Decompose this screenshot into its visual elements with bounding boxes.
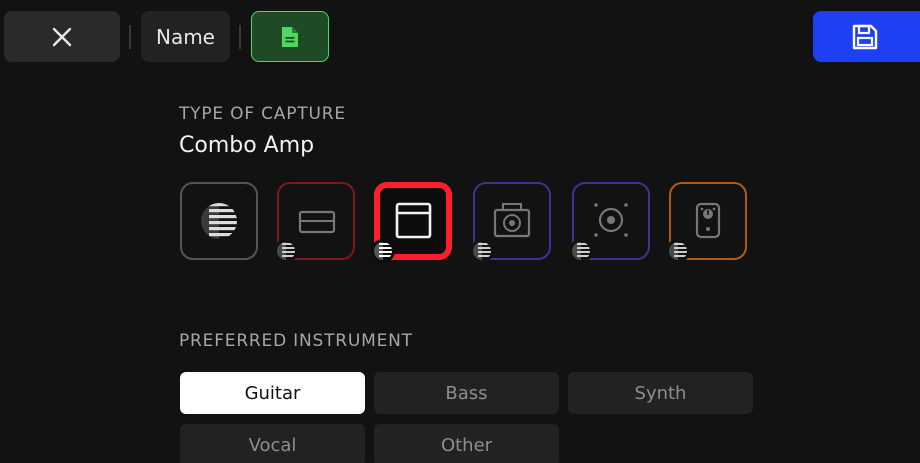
full-rig-icon <box>201 203 237 239</box>
instrument-option-vocal[interactable]: Vocal <box>180 424 365 463</box>
toolbar-divider <box>239 25 241 49</box>
rig-badge-icon <box>470 239 494 263</box>
rig-badge-icon <box>371 239 395 263</box>
capture-type-value: Combo Amp <box>179 133 315 158</box>
capture-type-pedal[interactable] <box>666 182 747 263</box>
file-button[interactable] <box>251 11 329 62</box>
capture-type-full-rig[interactable] <box>180 182 258 260</box>
rig-badge-icon <box>569 239 593 263</box>
instrument-option-other[interactable]: Other <box>374 424 559 463</box>
instrument-option-label: Vocal <box>248 434 297 456</box>
instrument-option-label: Synth <box>634 382 687 404</box>
capture-type-combo-amp[interactable] <box>371 182 452 263</box>
instrument-option-label: Other <box>440 434 493 456</box>
instrument-option-label: Bass <box>445 382 488 404</box>
close-icon <box>52 27 72 46</box>
capture-type-speaker[interactable] <box>569 182 650 263</box>
rig-badge-icon <box>274 239 298 263</box>
name-button-label: Name <box>155 24 215 49</box>
instrument-option-guitar[interactable]: Guitar <box>180 372 365 414</box>
capture-type-amp-head[interactable] <box>274 182 355 263</box>
document-icon <box>282 26 298 47</box>
save-icon <box>852 24 878 49</box>
instrument-option-label: Guitar <box>244 382 301 404</box>
capture-settings-screen: Name TYPE OF CAPTURE Combo Amp PREFERRED… <box>0 0 920 463</box>
capture-type-cabinet[interactable] <box>470 182 551 263</box>
instrument-option-bass[interactable]: Bass <box>374 372 559 414</box>
instrument-heading: PREFERRED INSTRUMENT <box>179 331 413 351</box>
save-button[interactable] <box>813 11 920 62</box>
close-button[interactable] <box>4 11 120 62</box>
instrument-option-synth[interactable]: Synth <box>568 372 753 414</box>
toolbar-divider <box>129 25 131 49</box>
capture-type-heading: TYPE OF CAPTURE <box>179 104 346 124</box>
name-button[interactable]: Name <box>141 11 230 62</box>
rig-badge-icon <box>666 239 690 263</box>
